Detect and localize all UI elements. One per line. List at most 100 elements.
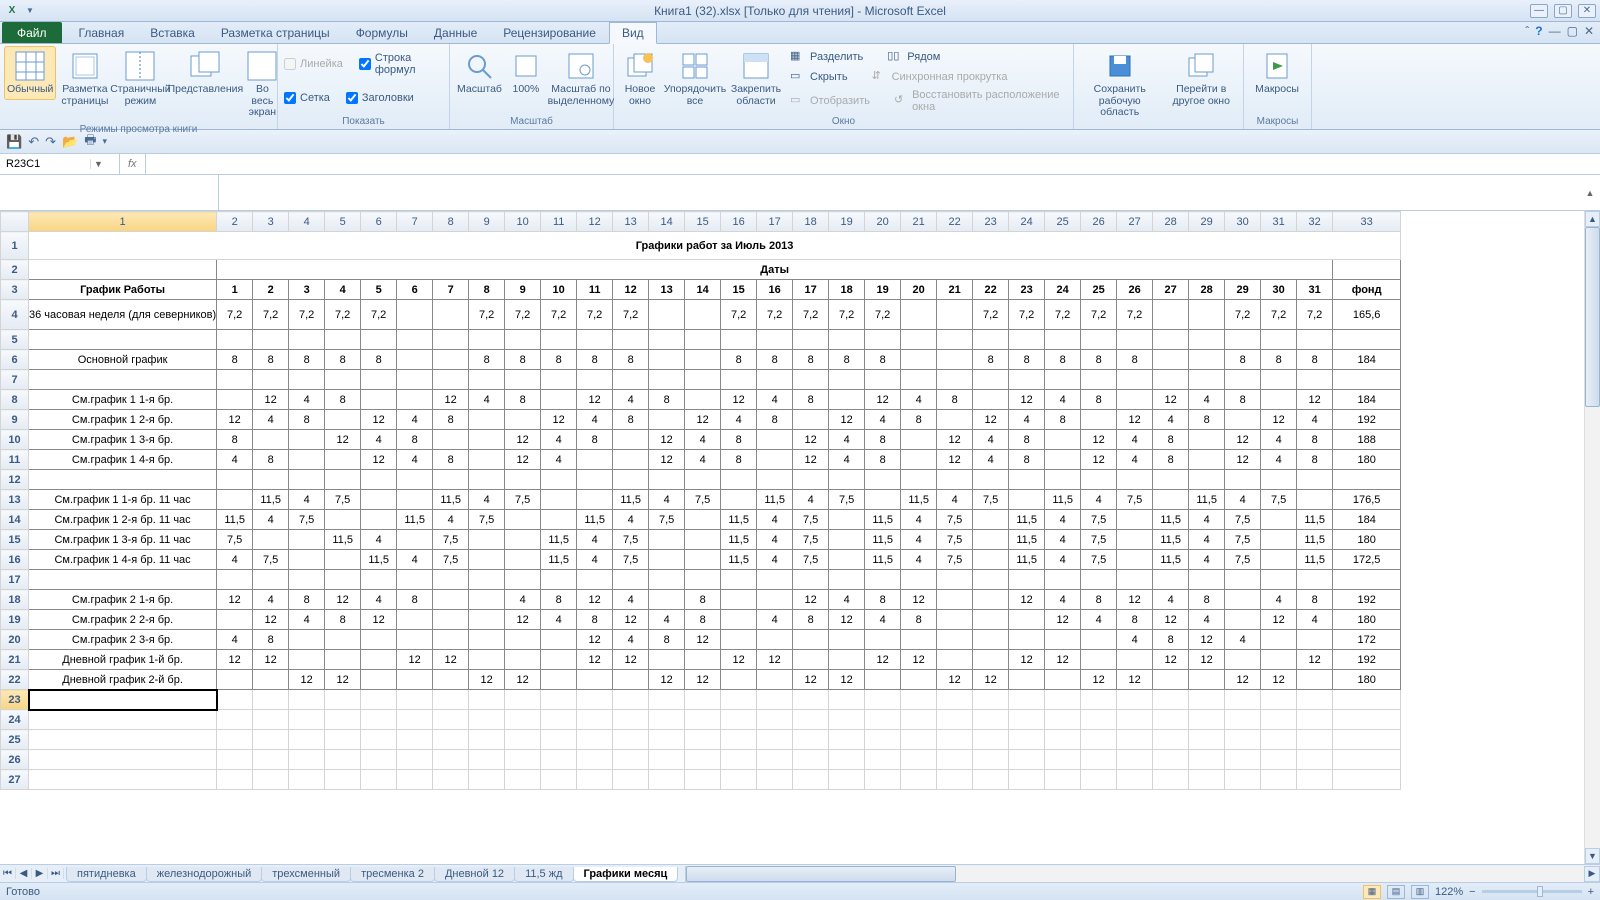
cell[interactable]: 11,5 [757,490,793,510]
column-header[interactable]: 15 [685,212,721,232]
cell[interactable] [793,370,829,390]
cell[interactable]: 8 [1297,430,1333,450]
cell[interactable] [1153,350,1189,370]
cell[interactable] [1261,630,1297,650]
cell[interactable] [901,370,937,390]
cell[interactable]: 18 [829,280,865,300]
cell[interactable]: 11,5 [721,530,757,550]
normal-view-button[interactable]: Обычный [4,46,56,100]
cell[interactable]: 4 [217,630,253,650]
cell[interactable] [1117,730,1153,750]
cell[interactable] [613,710,649,730]
row-header[interactable]: 26 [1,750,29,770]
cell[interactable]: 21 [937,280,973,300]
cell[interactable] [1225,570,1261,590]
cell[interactable] [1333,470,1401,490]
cell[interactable] [253,710,289,730]
cell[interactable] [1153,670,1189,690]
cell[interactable]: 12 [1009,590,1045,610]
cell[interactable] [361,750,397,770]
cell[interactable] [649,300,685,330]
cell[interactable]: 7,5 [1261,490,1297,510]
scroll-right-icon[interactable]: ▶ [1584,866,1600,882]
open-icon[interactable]: 📂 [62,134,78,150]
row-header[interactable]: 20 [1,630,29,650]
cell[interactable] [1225,730,1261,750]
cell[interactable]: 12 [793,670,829,690]
cell[interactable]: 12 [865,650,901,670]
cell[interactable]: 27 [1153,280,1189,300]
cell[interactable]: 8 [361,350,397,370]
zoom-in-icon[interactable]: + [1588,886,1594,898]
cell[interactable] [325,770,361,790]
cell[interactable]: 12 [253,650,289,670]
cell[interactable]: 165,6 [1333,300,1401,330]
cell[interactable]: 12 [793,450,829,470]
cell[interactable]: 12 [325,590,361,610]
cell[interactable]: 11,5 [361,550,397,570]
cell[interactable] [613,370,649,390]
sheet-tab[interactable]: тресменка 2 [350,867,435,882]
cell[interactable]: 5 [361,280,397,300]
cell[interactable] [1333,370,1401,390]
cell[interactable]: 8 [325,610,361,630]
cell[interactable]: 8 [469,280,505,300]
cell[interactable] [1297,630,1333,650]
cell[interactable] [973,390,1009,410]
cell[interactable] [1297,710,1333,730]
cell[interactable] [901,350,937,370]
cell[interactable]: 7,2 [253,300,289,330]
row-header[interactable]: 15 [1,530,29,550]
cell[interactable] [937,730,973,750]
cell[interactable]: 11,5 [613,490,649,510]
cell[interactable] [253,330,289,350]
cell[interactable] [289,530,325,550]
cell[interactable]: 7,5 [793,510,829,530]
cell[interactable] [289,730,325,750]
cell[interactable]: 7,5 [469,510,505,530]
cell[interactable]: 31 [1297,280,1333,300]
cell[interactable]: 12 [1009,390,1045,410]
column-header[interactable]: 30 [1225,212,1261,232]
cell[interactable]: 8 [577,430,613,450]
cell[interactable] [973,530,1009,550]
cell[interactable]: 4 [757,390,793,410]
cell[interactable]: 4 [1225,630,1261,650]
cell[interactable] [469,550,505,570]
cell[interactable]: 12 [505,430,541,450]
cell[interactable]: 4 [289,390,325,410]
cell[interactable]: 12 [1261,410,1297,430]
cell[interactable]: 12 [577,650,613,670]
cell[interactable]: 7,5 [1081,510,1117,530]
cell[interactable] [505,530,541,550]
cell[interactable]: 12 [1045,650,1081,670]
cell[interactable] [1009,610,1045,630]
cell[interactable]: 7,5 [505,490,541,510]
cell[interactable] [1009,730,1045,750]
cell[interactable] [289,630,325,650]
cell[interactable] [1045,570,1081,590]
cell[interactable]: 4 [613,390,649,410]
cell[interactable] [1189,330,1225,350]
minimize-icon[interactable]: — [1530,4,1548,18]
cell[interactable]: 8 [721,450,757,470]
cell[interactable]: 4 [865,410,901,430]
cell[interactable]: 7,2 [217,300,253,330]
cell[interactable] [433,370,469,390]
cell[interactable]: 4 [721,410,757,430]
cell[interactable] [1225,330,1261,350]
sheet-tab[interactable]: Дневной 12 [434,867,515,882]
cell[interactable] [613,570,649,590]
cell[interactable]: 8 [1297,450,1333,470]
cell[interactable] [901,450,937,470]
cell[interactable]: 12 [649,670,685,690]
cell[interactable] [865,370,901,390]
zoom-button[interactable]: Масштаб [454,46,505,100]
cell[interactable] [469,410,505,430]
cell[interactable] [1189,750,1225,770]
cell[interactable]: 8 [793,390,829,410]
cell[interactable] [757,630,793,650]
cell[interactable]: 12 [1189,630,1225,650]
row-header[interactable]: 19 [1,610,29,630]
cell[interactable] [433,630,469,650]
